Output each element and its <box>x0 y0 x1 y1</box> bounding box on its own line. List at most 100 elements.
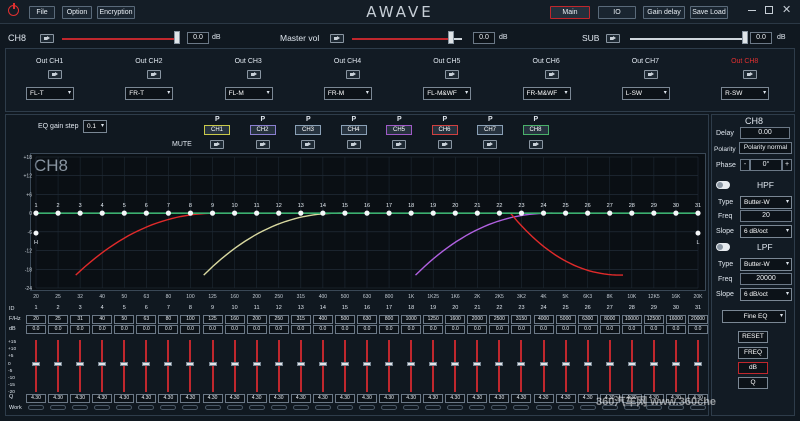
band-work-toggle[interactable] <box>491 405 508 410</box>
band-q-input[interactable]: 4.30 <box>26 394 46 403</box>
band-gain-knob[interactable] <box>98 362 107 366</box>
band-work-toggle[interactable] <box>336 405 353 410</box>
band-q-input[interactable]: 4.30 <box>246 394 267 403</box>
band-q-input[interactable]: 4.30 <box>312 394 333 403</box>
band-work-toggle[interactable] <box>28 405 44 410</box>
band-gain-knob[interactable] <box>583 362 592 366</box>
band-work-toggle[interactable] <box>557 405 574 410</box>
band-q-input[interactable]: 4.30 <box>379 394 400 403</box>
band-gain-knob[interactable] <box>32 362 40 366</box>
band-q-input[interactable]: 4.30 <box>401 394 422 403</box>
band-freq-input[interactable]: 5000 <box>555 315 576 324</box>
band-gain-knob[interactable] <box>517 362 526 366</box>
lpf-type-select[interactable]: Butter-W <box>740 258 792 271</box>
band-gain-knob[interactable] <box>274 362 283 366</box>
band-freq-input[interactable]: 50 <box>114 315 135 324</box>
band-freq-input[interactable]: 25 <box>48 315 69 324</box>
band-q-input[interactable]: 4.30 <box>555 394 576 403</box>
band-work-toggle[interactable] <box>314 405 331 410</box>
band-gain-knob[interactable] <box>340 362 349 366</box>
reset-button[interactable]: RESET <box>738 331 768 343</box>
band-gain-knob[interactable] <box>694 362 702 366</box>
band-gain-knob[interactable] <box>385 362 394 366</box>
band-work-toggle[interactable] <box>359 405 375 410</box>
band-db-input[interactable]: 0.0 <box>246 325 267 334</box>
phase-plus-button[interactable]: + <box>782 159 792 171</box>
band-db-input[interactable]: 0.0 <box>136 325 157 334</box>
band-freq-input[interactable]: 8000 <box>599 315 620 324</box>
band-work-toggle[interactable] <box>94 405 111 410</box>
band-work-toggle[interactable] <box>204 405 221 410</box>
band-freq-input[interactable]: 160 <box>224 315 245 324</box>
band-db-input[interactable]: 0.0 <box>290 325 311 334</box>
band-freq-input[interactable]: 10000 <box>621 315 642 324</box>
hpf-type-select[interactable]: Butter-W <box>740 196 792 209</box>
band-gain-knob[interactable] <box>54 362 63 366</box>
band-freq-input[interactable]: 800 <box>379 315 400 324</box>
band-db-input[interactable]: 0.0 <box>467 325 488 334</box>
fine-eq-select[interactable]: Fine EQ <box>722 310 786 323</box>
band-gain-knob[interactable] <box>208 362 217 366</box>
band-db-input[interactable]: 0.0 <box>70 325 91 334</box>
band-work-toggle[interactable] <box>425 405 442 410</box>
band-gain-knob[interactable] <box>296 362 305 366</box>
band-db-input[interactable]: 0.0 <box>445 325 466 334</box>
band-work-toggle[interactable] <box>182 405 199 410</box>
band-db-input[interactable]: 0.0 <box>533 325 554 334</box>
band-db-input[interactable]: 0.0 <box>621 325 642 334</box>
band-work-toggle[interactable] <box>381 405 398 410</box>
band-work-toggle[interactable] <box>160 405 177 410</box>
band-db-input[interactable]: 0.0 <box>158 325 179 334</box>
band-db-input[interactable]: 0.0 <box>599 325 620 334</box>
band-gain-knob[interactable] <box>142 362 151 366</box>
band-db-input[interactable]: 0.0 <box>665 325 686 334</box>
band-freq-input[interactable]: 63 <box>136 315 157 324</box>
band-db-input[interactable]: 0.0 <box>334 325 355 334</box>
band-work-toggle[interactable] <box>535 405 552 410</box>
band-q-input[interactable]: 4.30 <box>533 394 554 403</box>
band-q-input[interactable]: 4.30 <box>445 394 466 403</box>
band-db-input[interactable]: 0.0 <box>48 325 69 334</box>
band-q-input[interactable]: 4.30 <box>467 394 488 403</box>
band-freq-input[interactable]: 315 <box>290 315 311 324</box>
band-freq-input[interactable]: 6300 <box>577 315 598 324</box>
band-gain-knob[interactable] <box>363 362 371 366</box>
band-q-input[interactable]: 4.30 <box>357 394 377 403</box>
band-q-input[interactable]: 4.30 <box>224 394 245 403</box>
band-work-toggle[interactable] <box>226 405 243 410</box>
polarity-button[interactable]: Polarity normal <box>739 142 792 154</box>
band-db-input[interactable]: 0.0 <box>224 325 245 334</box>
band-freq-input[interactable]: 1600 <box>445 315 466 324</box>
band-q-input[interactable]: 4.30 <box>70 394 91 403</box>
band-work-toggle[interactable] <box>138 405 155 410</box>
band-q-input[interactable]: 4.30 <box>268 394 289 403</box>
band-q-input[interactable]: 4.30 <box>114 394 135 403</box>
band-db-input[interactable]: 0.0 <box>423 325 444 334</box>
band-work-toggle[interactable] <box>72 405 89 410</box>
band-q-input[interactable]: 4.30 <box>423 394 444 403</box>
band-work-toggle[interactable] <box>447 405 464 410</box>
band-db-input[interactable]: 0.0 <box>357 325 377 334</box>
band-freq-input[interactable]: 16000 <box>665 315 686 324</box>
band-work-toggle[interactable] <box>579 405 596 410</box>
band-q-input[interactable]: 4.30 <box>577 394 598 403</box>
band-gain-knob[interactable] <box>561 362 570 366</box>
band-gain-knob[interactable] <box>605 362 614 366</box>
band-freq-input[interactable]: 200 <box>246 315 267 324</box>
band-freq-input[interactable]: 12500 <box>643 315 664 324</box>
band-db-input[interactable]: 0.0 <box>92 325 113 334</box>
band-db-input[interactable]: 0.0 <box>379 325 400 334</box>
hpf-toggle[interactable] <box>716 181 730 189</box>
band-q-input[interactable]: 4.30 <box>489 394 510 403</box>
band-db-input[interactable]: 0.0 <box>511 325 532 334</box>
band-freq-input[interactable]: 80 <box>158 315 179 324</box>
band-q-input[interactable]: 4.30 <box>511 394 532 403</box>
band-gain-knob[interactable] <box>473 362 482 366</box>
band-freq-input[interactable]: 500 <box>334 315 355 324</box>
band-work-toggle[interactable] <box>50 405 67 410</box>
band-gain-knob[interactable] <box>186 362 195 366</box>
band-q-input[interactable]: 4.30 <box>290 394 311 403</box>
band-gain-knob[interactable] <box>120 362 129 366</box>
lpf-freq-input[interactable]: 20000 <box>740 273 792 285</box>
band-freq-input[interactable]: 100 <box>180 315 201 324</box>
